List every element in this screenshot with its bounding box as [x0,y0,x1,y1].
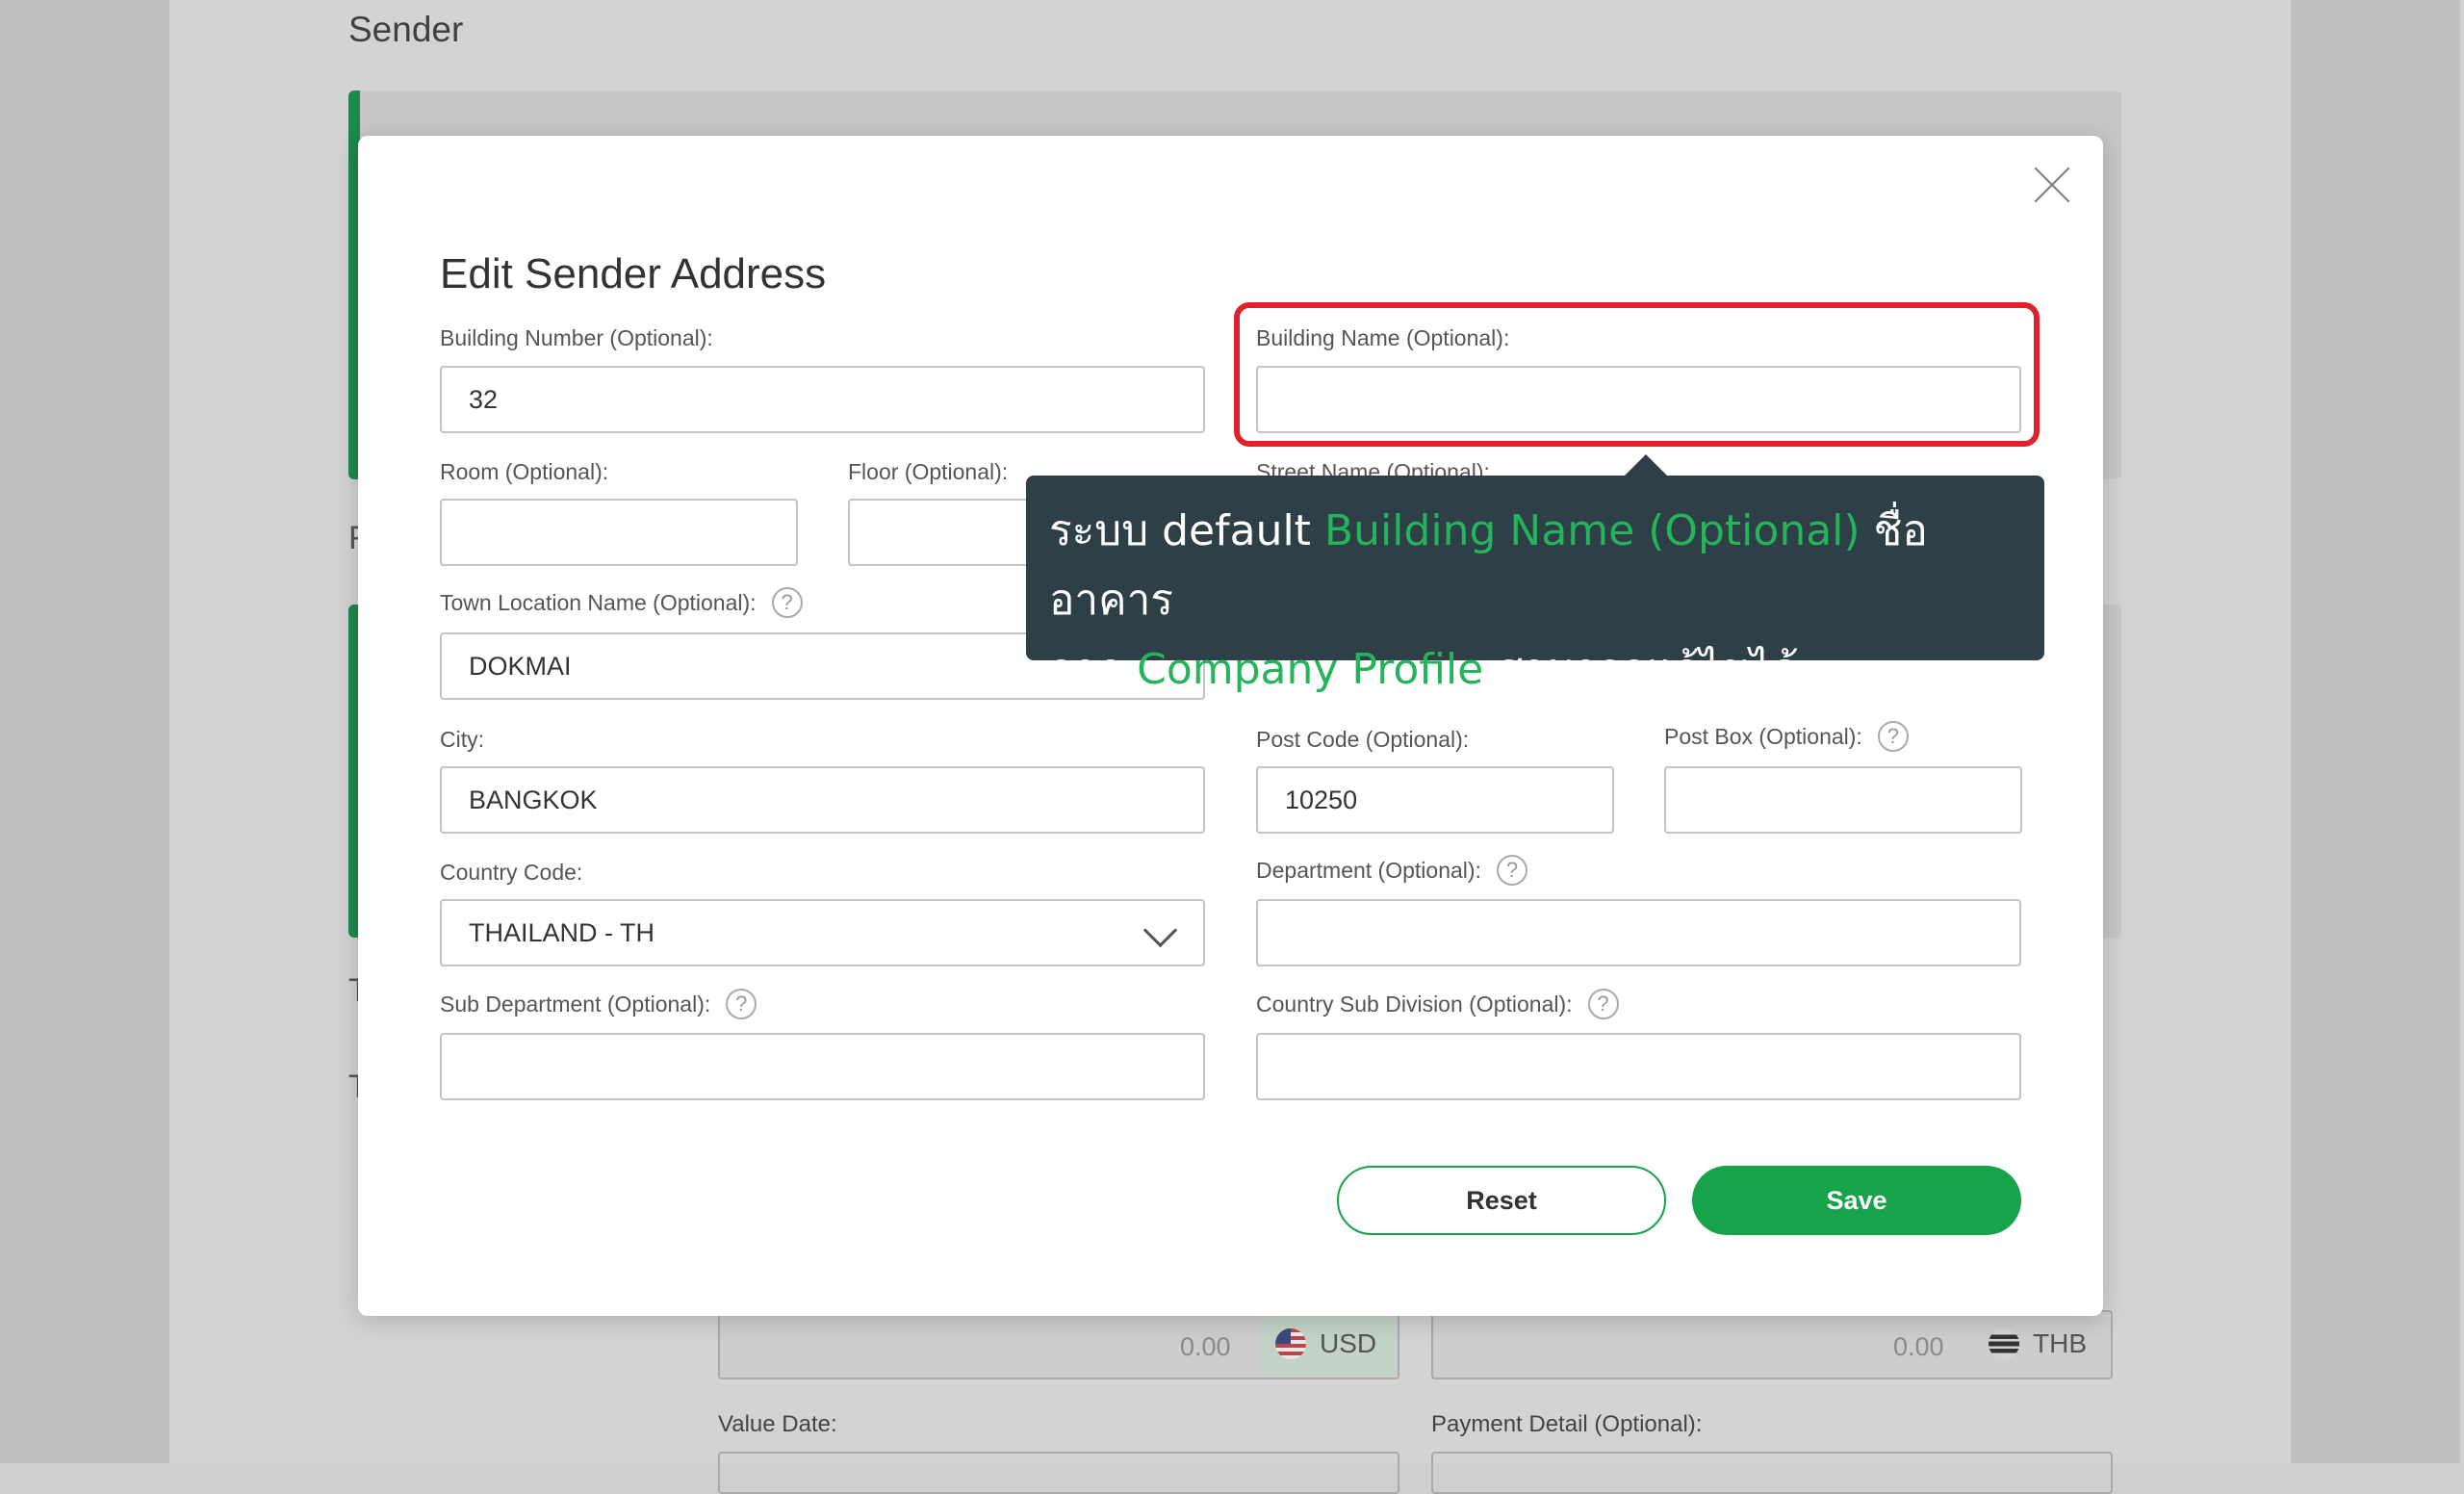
room-input[interactable] [440,499,798,566]
country-code-label: Country Code: [440,860,583,885]
sub-department-label-text: Sub Department (Optional): [440,991,711,1017]
amount-usd-value: 0.00 [1180,1332,1231,1361]
country-code-value: THAILAND - TH [469,917,655,947]
modal-title: Edit Sender Address [440,250,827,297]
post-box-label-text: Post Box (Optional): [1664,723,1862,749]
tooltip-text: ระบบ default [1049,506,1324,555]
chevron-down-icon [1142,913,1178,948]
sub-department-label: Sub Department (Optional): ? [440,989,757,1019]
close-icon[interactable] [2032,165,2072,205]
value-date-input[interactable] [718,1452,1399,1494]
tooltip-line-1: ระบบ default Building Name (Optional) ชื… [1049,497,2021,635]
building-number-label: Building Number (Optional): [440,325,713,350]
town-location-label: Town Location Name (Optional): ? [440,587,803,618]
town-location-label-text: Town Location Name (Optional): [440,589,757,615]
country-code-select[interactable]: THAILAND - TH [440,899,1205,966]
backdrop-right [2291,0,2460,1463]
tooltip-line-2: จาก Company Profile สามารถแก้ไขได้ [1049,635,2021,705]
tooltip-highlight-text: Building Name (Optional) [1323,506,1861,555]
sub-department-input[interactable] [440,1033,1205,1100]
department-input[interactable] [1256,899,2021,966]
help-icon[interactable]: ? [1877,721,1909,752]
reset-button[interactable]: Reset [1337,1166,1666,1235]
department-label-text: Department (Optional): [1256,857,1481,883]
currency-usd-label: USD [1320,1328,1377,1358]
tooltip-text: จาก [1049,645,1138,694]
country-sub-division-input[interactable] [1256,1033,2021,1100]
currency-usd: USD [1260,1312,1395,1376]
tooltip-text: สามารถแก้ไขได้ [1483,645,1799,694]
floor-label: Floor (Optional): [848,459,1009,484]
help-icon[interactable]: ? [1587,989,1619,1019]
thai-flag-icon [1989,1328,2019,1359]
annotation-tooltip: ระบบ default Building Name (Optional) ชื… [1026,454,2044,694]
help-icon[interactable]: ? [1496,855,1527,886]
payment-detail-input[interactable] [1431,1452,2113,1494]
backdrop-left [0,0,169,1463]
payment-detail-label: Payment Detail (Optional): [1431,1411,1703,1437]
tooltip-highlight-text: Company Profile [1137,645,1484,694]
post-box-label: Post Box (Optional): ? [1664,721,1909,752]
help-icon[interactable]: ? [771,587,803,618]
value-date-label: Value Date: [718,1411,837,1437]
city-label: City: [440,727,484,752]
help-icon[interactable]: ? [726,989,757,1019]
post-code-label: Post Code (Optional): [1256,727,1470,752]
save-button[interactable]: Save [1692,1166,2021,1235]
amount-thb-value: 0.00 [1893,1332,1944,1361]
post-box-input[interactable] [1664,766,2022,834]
building-number-input[interactable] [440,366,1205,433]
room-label: Room (Optional): [440,459,609,484]
city-input[interactable] [440,766,1205,834]
country-sub-division-label-text: Country Sub Division (Optional): [1256,991,1573,1017]
building-name-highlight [1234,302,2040,447]
sender-heading: Sender [348,10,464,49]
department-label: Department (Optional): ? [1256,855,1527,886]
post-code-input[interactable] [1256,766,1614,834]
us-flag-icon [1275,1328,1306,1359]
country-sub-division-label: Country Sub Division (Optional): ? [1256,989,1619,1019]
currency-thb: THB [1973,1312,2108,1376]
currency-thb-label: THB [2033,1328,2087,1358]
